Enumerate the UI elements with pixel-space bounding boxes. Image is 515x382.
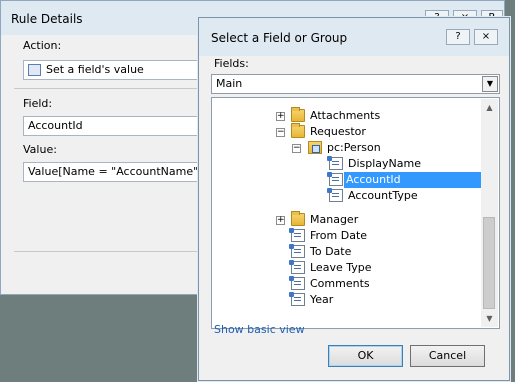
group-icon	[308, 141, 322, 154]
field-icon	[327, 172, 343, 186]
field-icon	[289, 228, 305, 242]
rule-details-title: Rule Details	[11, 12, 83, 26]
expand-icon[interactable]: +	[276, 112, 285, 121]
field-icon	[289, 260, 305, 274]
value-label: Value:	[23, 143, 57, 156]
chevron-down-icon[interactable]: ▼	[482, 76, 498, 92]
tree-scrollbar[interactable]: ▲ ▼	[481, 99, 498, 327]
field-input[interactable]: AccountId	[23, 116, 203, 136]
field-icon	[327, 188, 343, 202]
tree-node-label: Manager	[310, 213, 359, 226]
fields-dropdown-value: Main	[216, 77, 243, 90]
fields-label: Fields:	[214, 57, 249, 70]
ok-button[interactable]: OK	[328, 345, 403, 367]
field-tree[interactable]: + Attachments − Requestor − pc:Person Di…	[211, 97, 500, 329]
field-icon	[289, 292, 305, 306]
action-icon	[28, 64, 41, 76]
dialog-help-button[interactable]: ?	[446, 29, 470, 45]
tree-node-label: Comments	[310, 277, 370, 290]
tree-node-label: AccountId	[344, 172, 484, 188]
folder-icon	[291, 211, 305, 226]
value-input[interactable]: Value[Name = "AccountName"]	[23, 162, 203, 182]
tree-node-label: From Date	[310, 229, 368, 242]
dialog-titlebar: Select a Field or Group ? ×	[199, 18, 509, 56]
expand-icon[interactable]: +	[276, 216, 285, 225]
fields-dropdown[interactable]: Main ▼	[211, 74, 500, 94]
cancel-button[interactable]: Cancel	[410, 345, 485, 367]
tree-node-label: Year	[310, 293, 334, 306]
tree-node-label: Attachments	[310, 109, 381, 122]
collapse-icon[interactable]: −	[292, 144, 301, 153]
separator	[14, 251, 204, 252]
tree-node-label: Requestor	[310, 125, 366, 138]
tree-node-label: AccountType	[348, 189, 418, 202]
folder-icon	[291, 123, 305, 138]
scroll-down-icon[interactable]: ▼	[481, 310, 498, 327]
field-icon	[289, 276, 305, 290]
select-field-dialog: Select a Field or Group ? × Fields: Main…	[198, 17, 510, 381]
collapse-icon[interactable]: −	[276, 128, 285, 137]
field-icon	[289, 244, 305, 258]
tree-node-label: DisplayName	[348, 157, 421, 170]
action-label: Action:	[23, 39, 62, 52]
show-basic-view-link[interactable]: Show basic view	[214, 323, 305, 336]
field-icon	[327, 156, 343, 170]
dialog-close-button[interactable]: ×	[474, 29, 498, 45]
dialog-title: Select a Field or Group	[211, 31, 348, 45]
scroll-thumb[interactable]	[483, 217, 495, 309]
tree-node-label: To Date	[310, 245, 352, 258]
action-field[interactable]: Set a field's value	[23, 60, 203, 80]
tree-node-label: pc:Person	[327, 141, 381, 154]
scroll-up-icon[interactable]: ▲	[481, 99, 498, 116]
field-label: Field:	[23, 97, 53, 110]
separator	[14, 88, 209, 89]
folder-icon	[291, 107, 305, 122]
tree-node-label: Leave Type	[310, 261, 372, 274]
action-value: Set a field's value	[46, 63, 144, 76]
